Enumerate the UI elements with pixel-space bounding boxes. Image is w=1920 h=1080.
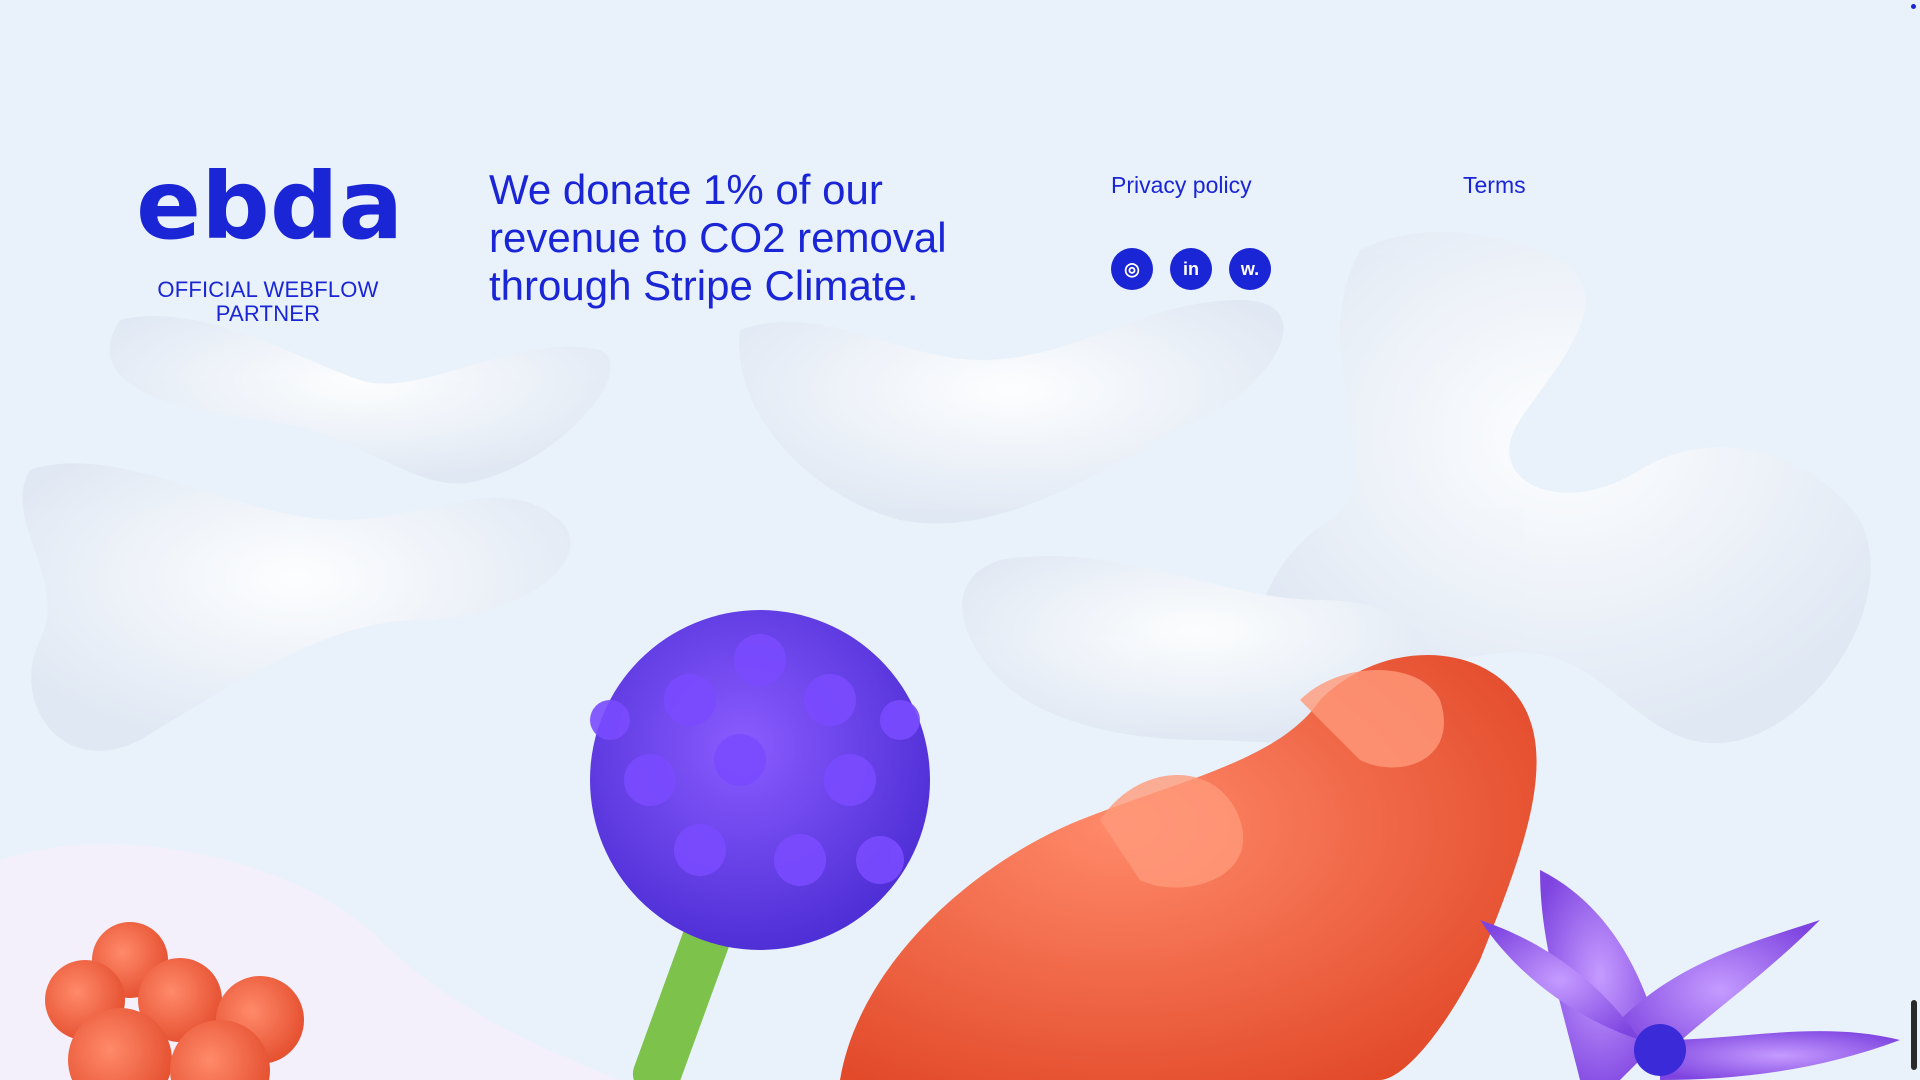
privacy-policy-link[interactable]: Privacy policy	[1111, 172, 1252, 199]
scrollbar[interactable]	[1908, 0, 1920, 1080]
lilac-flower	[1480, 870, 1900, 1080]
scroll-indicator-dot	[1911, 4, 1916, 9]
ebda-logo[interactable]: ebda	[136, 168, 400, 252]
instagram-icon[interactable]: ◎	[1111, 248, 1153, 290]
terms-link[interactable]: Terms	[1463, 172, 1526, 199]
tagline-text: We donate 1% of our revenue to CO2 remov…	[489, 166, 947, 309]
logo-text: ebda	[136, 168, 400, 252]
linkedin-icon[interactable]: in	[1170, 248, 1212, 290]
webflow-icon[interactable]: w.	[1229, 248, 1271, 290]
decorative-background	[0, 0, 1920, 1080]
social-links: ◎ in w.	[1111, 248, 1271, 290]
brand-block: ebda OFFICIAL WEBFLOW PARTNER	[136, 168, 400, 326]
scroll-thumb[interactable]	[1911, 1000, 1917, 1070]
background-illustration	[0, 231, 1900, 1080]
purple-flower	[590, 610, 930, 950]
partner-label: OFFICIAL WEBFLOW PARTNER	[157, 277, 379, 326]
